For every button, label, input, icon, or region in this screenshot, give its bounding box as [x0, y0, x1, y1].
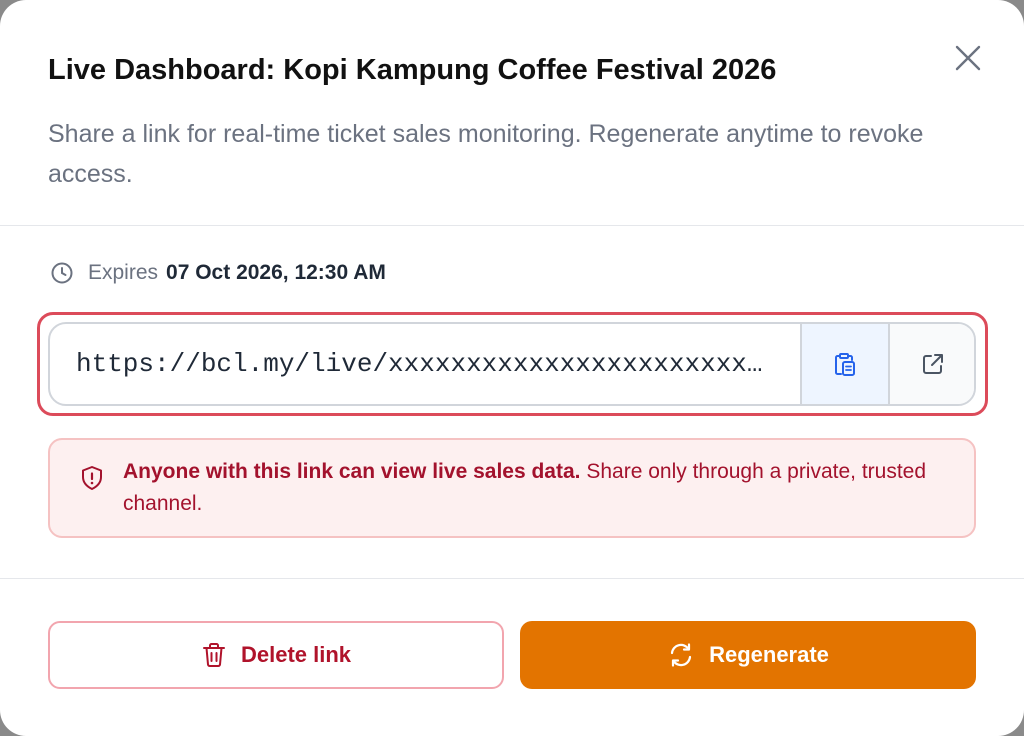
- copy-link-button[interactable]: [800, 324, 888, 404]
- dialog-subtitle: Share a link for real-time ticket sales …: [48, 120, 924, 188]
- dialog-body: Expires 07 Oct 2026, 12:30 AM https://bc…: [0, 227, 1024, 579]
- dialog-header: Live Dashboard: Kopi Kampung Coffee Fest…: [0, 0, 1024, 226]
- close-icon: [955, 45, 981, 71]
- warning-message: Anyone with this link can view live sale…: [123, 456, 943, 520]
- regenerate-label: Regenerate: [709, 642, 829, 667]
- dialog-title: Live Dashboard: Kopi Kampung Coffee Fest…: [48, 54, 777, 86]
- delete-link-label: Delete link: [240, 642, 352, 667]
- dialog-footer: Delete link Regenerate: [0, 578, 1024, 736]
- share-link-url[interactable]: https://bcl.my/live/xxxxxxxxxxxxxxxxxxxx…: [76, 324, 776, 404]
- expiry-label: Expires: [88, 261, 159, 284]
- share-link-field[interactable]: https://bcl.my/live/xxxxxxxxxxxxxxxxxxxx…: [48, 322, 976, 406]
- trash-icon: [201, 641, 227, 669]
- regenerate-button[interactable]: Regenerate: [520, 621, 976, 689]
- delete-link-button[interactable]: Delete link: [48, 621, 504, 689]
- clock-icon: [50, 261, 74, 285]
- expiry-value: 07 Oct 2026, 12:30 AM: [166, 261, 386, 284]
- close-button[interactable]: [946, 36, 990, 80]
- clipboard-copy-icon: [835, 353, 855, 376]
- security-warning: Anyone with this link can view live sale…: [48, 438, 976, 538]
- open-link-button[interactable]: [888, 324, 974, 404]
- refresh-icon: [667, 641, 695, 669]
- warning-bold-text: Anyone with this link can view live sale…: [123, 460, 581, 483]
- expiry-info: Expires 07 Oct 2026, 12:30 AM: [50, 261, 386, 285]
- share-dashboard-dialog: Live Dashboard: Kopi Kampung Coffee Fest…: [0, 0, 1024, 736]
- external-link-icon: [923, 354, 943, 374]
- shield-alert-icon: [78, 464, 106, 492]
